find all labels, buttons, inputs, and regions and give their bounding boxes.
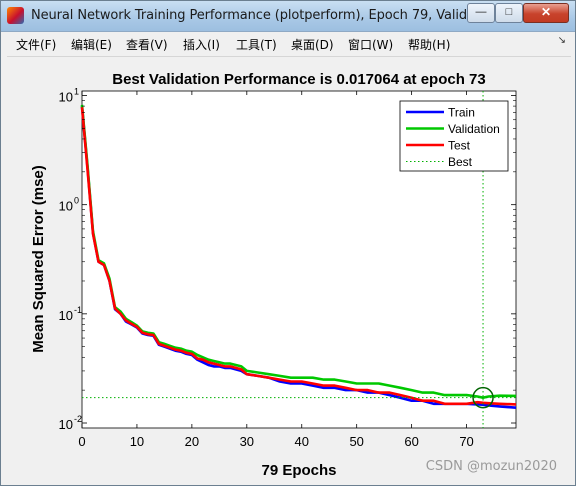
y-tick-exponent: 1 xyxy=(74,87,79,97)
menu-desktop[interactable]: 桌面(D) xyxy=(291,36,334,53)
figure-window: Neural Network Training Performance (plo… xyxy=(0,0,576,486)
matlab-icon xyxy=(7,7,24,24)
x-tick-label: 40 xyxy=(295,434,309,449)
legend-train-label: Train xyxy=(448,106,475,120)
window-title: Neural Network Training Performance (plo… xyxy=(31,8,512,23)
chart-title: Best Validation Performance is 0.017064 … xyxy=(112,71,486,88)
x-tick-label: 10 xyxy=(130,434,144,449)
x-axis-label: 79 Epochs xyxy=(261,462,336,479)
menu-insert[interactable]: 插入(I) xyxy=(183,36,220,53)
x-tick-label: 20 xyxy=(185,434,199,449)
y-tick-exponent: -2 xyxy=(74,414,82,424)
menu-file[interactable]: 文件(F) xyxy=(16,36,56,53)
y-axis-label: Mean Squared Error (mse) xyxy=(30,165,47,353)
x-tick-label: 70 xyxy=(459,434,473,449)
menu-view[interactable]: 查看(V) xyxy=(126,36,168,53)
x-tick-label: 50 xyxy=(349,434,363,449)
watermark: CSDN @mozun2020 xyxy=(425,459,557,474)
y-tick-label: 10 xyxy=(59,308,73,323)
close-button[interactable]: ✕ xyxy=(523,3,569,23)
figure-canvas: 0 10 20 30 40 50 60 70 10 -2 10 -1 10 0 10 1 Best Valid… xyxy=(7,56,571,482)
menu-window[interactable]: 窗口(W) xyxy=(348,36,393,53)
y-tick-label: 10 xyxy=(59,199,73,214)
y-tick-label: 10 xyxy=(59,417,73,432)
x-tick-label: 0 xyxy=(78,434,85,449)
menu-help[interactable]: 帮助(H) xyxy=(408,36,450,53)
y-tick-exponent: 0 xyxy=(74,196,79,206)
minimize-button[interactable]: — xyxy=(467,3,495,23)
x-tick-label: 30 xyxy=(240,434,254,449)
dock-arrow-icon[interactable]: ↘ xyxy=(558,35,566,46)
title-bar[interactable]: Neural Network Training Performance (plo… xyxy=(1,1,575,32)
legend-best-label: Best xyxy=(448,155,473,169)
legend-test-label: Test xyxy=(448,139,471,153)
menu-edit[interactable]: 编辑(E) xyxy=(71,36,112,53)
legend-validation-label: Validation xyxy=(448,122,500,136)
menu-tools[interactable]: 工具(T) xyxy=(236,36,277,53)
maximize-button[interactable]: □ xyxy=(495,3,523,23)
y-tick-exponent: -1 xyxy=(74,305,82,315)
x-tick-label: 60 xyxy=(404,434,418,449)
y-tick-label: 10 xyxy=(59,90,73,105)
performance-chart: 0 10 20 30 40 50 60 7010 -210 -110 010 1 Best Valid… xyxy=(30,71,517,479)
legend[interactable]: Train Validation Test Best xyxy=(399,100,509,172)
menu-bar: 文件(F) 编辑(E) 查看(V) 插入(I) 工具(T) 桌面(D) 窗口(W… xyxy=(6,32,570,54)
